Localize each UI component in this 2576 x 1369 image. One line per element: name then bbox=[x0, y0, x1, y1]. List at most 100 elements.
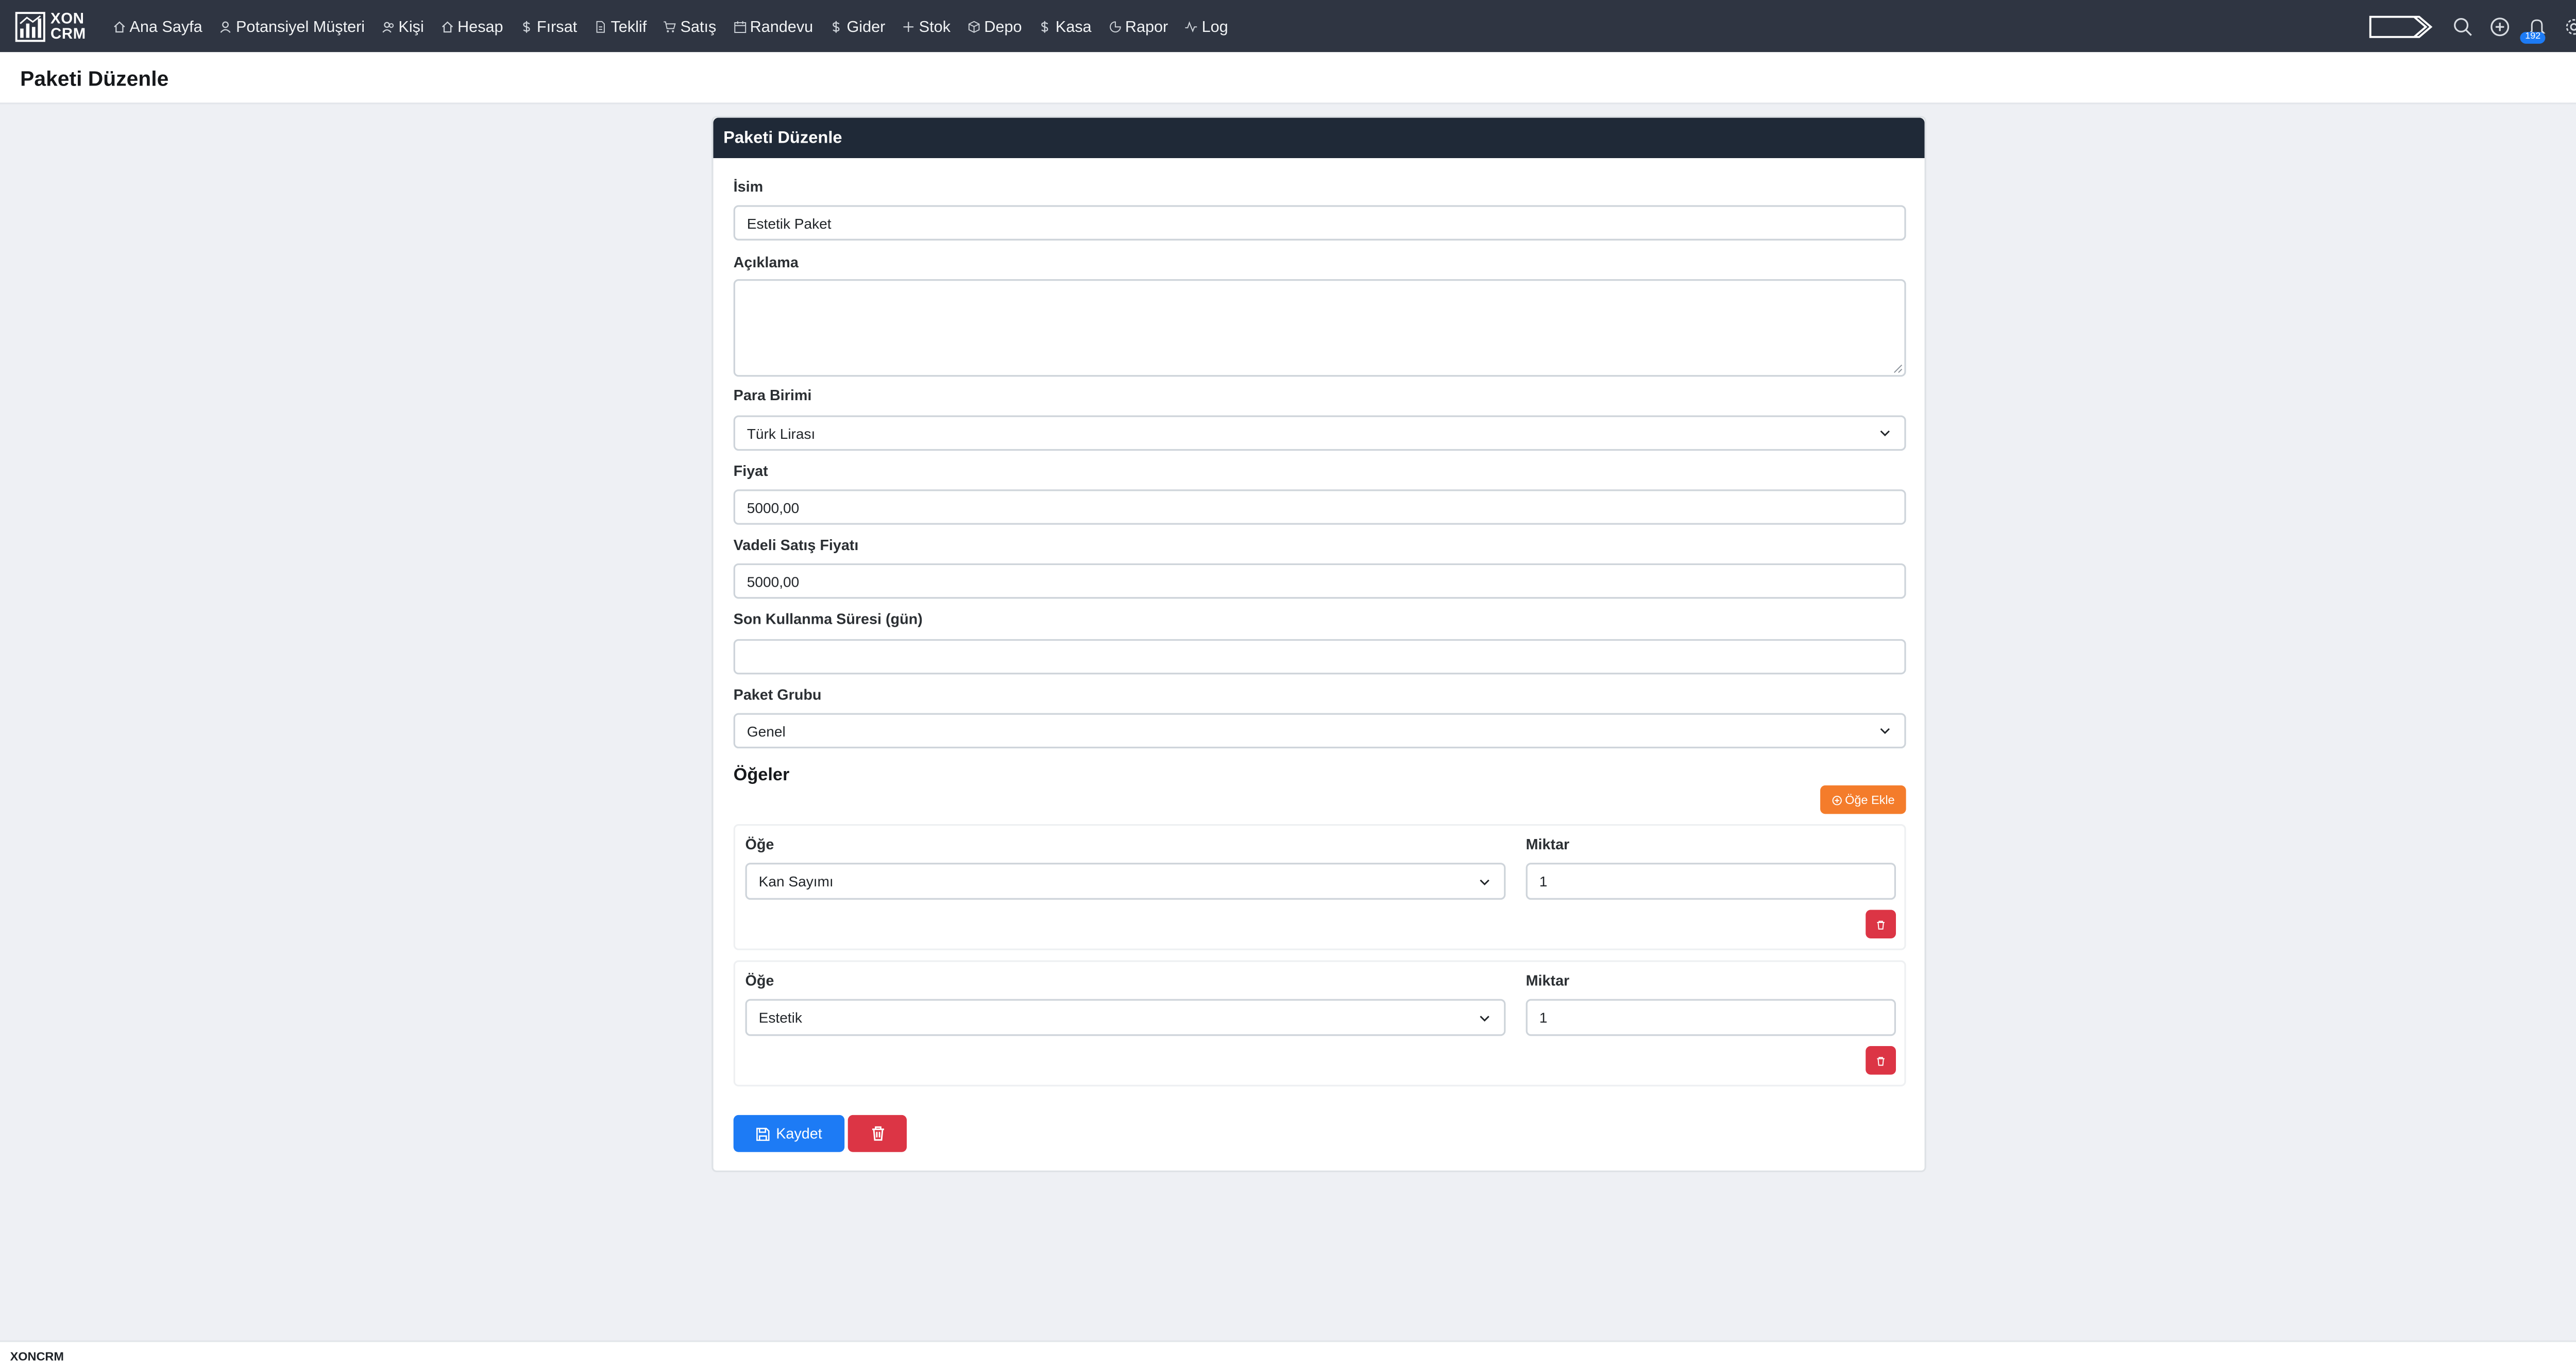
remove-item-button[interactable] bbox=[1866, 1046, 1896, 1075]
trash-icon bbox=[871, 1126, 884, 1141]
top-navbar: XON CRM Ana Sayfa Potansiyel Müşteri Kiş… bbox=[0, 0, 2576, 53]
nav-label: Potansiyel Müşteri bbox=[236, 16, 365, 36]
currency-select[interactable]: Türk Lirası bbox=[733, 415, 1906, 451]
items-section-title: Öğeler bbox=[733, 765, 790, 785]
package-group-value: Genel bbox=[747, 722, 786, 740]
nav-item-rapor[interactable]: Rapor bbox=[1108, 17, 1168, 36]
item-select[interactable]: Estetik bbox=[745, 999, 1506, 1036]
page-header: Paketi Düzenle bbox=[0, 52, 2576, 105]
save-label: Kaydet bbox=[776, 1125, 822, 1142]
term-price-value: 5000,00 bbox=[747, 572, 800, 590]
document-icon bbox=[596, 20, 605, 32]
nav-label: Teklif bbox=[611, 16, 647, 36]
nav-item-depo[interactable]: Depo bbox=[968, 17, 1022, 36]
nav-item-firsat[interactable]: Fırsat bbox=[520, 17, 577, 36]
currency-value: Türk Lirası bbox=[747, 424, 816, 442]
item-label: Öğe bbox=[745, 972, 774, 989]
quantity-input[interactable]: 1 bbox=[1526, 863, 1896, 900]
search-icon bbox=[2454, 17, 2472, 36]
quantity-label: Miktar bbox=[1526, 972, 1570, 989]
add-item-button[interactable]: Öğe Ekle bbox=[1820, 785, 1906, 814]
item-value: Estetik bbox=[758, 1009, 802, 1026]
navbar-actions: 192 bbox=[2369, 0, 2576, 52]
nav-label: Depo bbox=[984, 16, 1022, 36]
nav-label: Fırsat bbox=[536, 16, 578, 36]
package-group-select[interactable]: Genel bbox=[733, 713, 1906, 749]
nav-item-gider[interactable]: Gider bbox=[830, 17, 885, 36]
nav-item-log[interactable]: Log bbox=[1185, 17, 1228, 36]
currency-label: Para Birimi bbox=[733, 387, 812, 404]
card-header: Paketi Düzenle bbox=[713, 117, 1925, 158]
description-label: Açıklama bbox=[733, 254, 799, 271]
chevron-down-icon bbox=[1880, 728, 1890, 734]
package-group-label: Paket Grubu bbox=[733, 686, 822, 703]
dollar-icon bbox=[1042, 20, 1049, 32]
nav-item-hesap[interactable]: Hesap bbox=[440, 17, 503, 36]
activity-icon bbox=[1185, 20, 1198, 32]
nav-item-satis[interactable]: Satış bbox=[664, 17, 716, 36]
nav-item-teklif[interactable]: Teklif bbox=[594, 17, 647, 36]
brand-line-1: XON bbox=[50, 9, 84, 26]
nav-label: Satış bbox=[680, 16, 717, 36]
pie-chart-icon bbox=[1109, 20, 1121, 32]
search-button[interactable] bbox=[2453, 16, 2473, 36]
settings-button[interactable] bbox=[2564, 16, 2576, 36]
box-icon bbox=[968, 20, 980, 32]
nav-label: Kişi bbox=[398, 16, 424, 36]
nav-label: Log bbox=[1201, 16, 1228, 36]
term-price-input[interactable]: 5000,00 bbox=[733, 563, 1906, 599]
brand-logo[interactable]: XON CRM bbox=[15, 9, 109, 41]
nav-item-randevu[interactable]: Randevu bbox=[733, 17, 813, 36]
expiry-input[interactable] bbox=[733, 639, 1906, 675]
quick-add-button[interactable] bbox=[2490, 16, 2510, 36]
quantity-input[interactable]: 1 bbox=[1526, 999, 1896, 1036]
remove-item-button[interactable] bbox=[1866, 910, 1896, 939]
floppy-disk-icon bbox=[757, 1127, 770, 1140]
footer-text: XONCRM bbox=[10, 1348, 64, 1363]
nav-item-stok[interactable]: Stok bbox=[902, 17, 951, 36]
item-label: Öğe bbox=[745, 835, 774, 853]
plus-icon bbox=[904, 21, 914, 31]
chevron-down-icon bbox=[1480, 879, 1489, 885]
brand-name: XON CRM bbox=[50, 9, 86, 41]
expiry-label: Son Kullanma Süresi (gün) bbox=[733, 610, 923, 627]
notifications-button[interactable]: 192 bbox=[2520, 16, 2547, 43]
trash-icon bbox=[1877, 920, 1885, 929]
dollar-icon bbox=[523, 20, 530, 32]
nav-item-ana-sayfa[interactable]: Ana Sayfa bbox=[113, 17, 202, 36]
name-input[interactable]: Estetik Paket bbox=[733, 205, 1906, 241]
chevron-down-icon bbox=[1480, 1015, 1489, 1021]
quantity-value: 1 bbox=[1539, 1009, 1548, 1026]
arrow-tag-icon[interactable] bbox=[2369, 14, 2433, 38]
brand-line-2: CRM bbox=[50, 24, 86, 41]
cart-icon bbox=[664, 20, 676, 32]
price-input[interactable]: 5000,00 bbox=[733, 489, 1906, 525]
nav-label: Stok bbox=[919, 16, 951, 36]
name-value: Estetik Paket bbox=[747, 214, 832, 231]
name-label: İsim bbox=[733, 178, 764, 195]
nav-item-kisi[interactable]: Kişi bbox=[382, 17, 424, 36]
term-price-label: Vadeli Satış Fiyatı bbox=[733, 536, 859, 554]
notification-count-badge: 192 bbox=[2520, 31, 2546, 43]
dollar-icon bbox=[833, 20, 840, 32]
resize-handle-icon[interactable] bbox=[1892, 363, 1903, 373]
plus-circle-icon bbox=[2490, 16, 2510, 36]
item-select[interactable]: Kan Sayımı bbox=[745, 863, 1506, 900]
nav-label: Randevu bbox=[750, 16, 814, 36]
users-icon bbox=[382, 21, 394, 32]
gear-icon bbox=[2566, 18, 2576, 34]
quantity-label: Miktar bbox=[1526, 835, 1570, 853]
nav-item-kasa[interactable]: Kasa bbox=[1039, 17, 1092, 36]
card-title: Paketi Düzenle bbox=[723, 128, 842, 147]
item-row: Öğe Kan Sayımı Miktar 1 bbox=[733, 824, 1906, 950]
nav-label: Hesap bbox=[457, 16, 503, 36]
description-textarea[interactable] bbox=[733, 279, 1906, 377]
footer: XONCRM bbox=[0, 1340, 2576, 1369]
save-button[interactable]: Kaydet bbox=[733, 1115, 845, 1152]
trash-icon bbox=[1877, 1056, 1885, 1065]
delete-package-button[interactable] bbox=[848, 1115, 907, 1152]
item-row: Öğe Estetik Miktar 1 bbox=[733, 960, 1906, 1087]
home-icon bbox=[114, 20, 125, 32]
nav-item-potansiyel-musteri[interactable]: Potansiyel Müşteri bbox=[219, 17, 365, 36]
add-item-label: Öğe Ekle bbox=[1845, 792, 1895, 808]
